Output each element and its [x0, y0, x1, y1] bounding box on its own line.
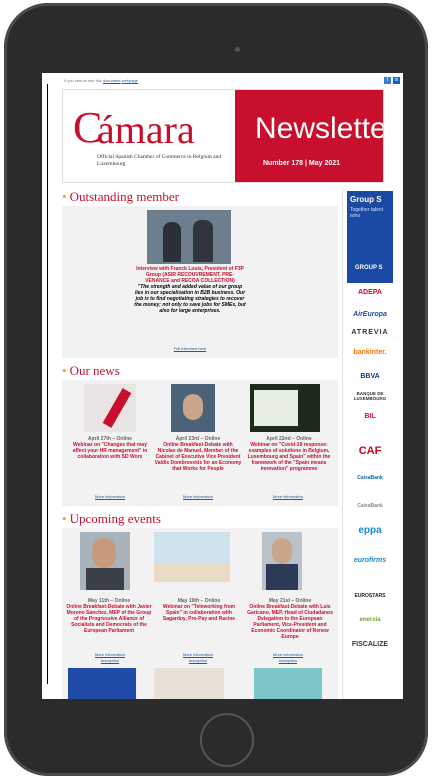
webpage-link[interactable]: webpage — [122, 78, 138, 83]
news-image-1 — [84, 384, 136, 432]
event-image-2 — [154, 532, 230, 582]
sponsor-aireuropa[interactable]: AirEuropa — [347, 311, 393, 318]
news-caption-1: April 27th – Online Webinar on "Changes t… — [72, 436, 148, 460]
sponsor-eurostars[interactable]: EUROSTARS — [347, 593, 393, 599]
event-image-1 — [80, 532, 130, 590]
outstanding-photo — [147, 210, 231, 264]
sponsor-caf[interactable]: CAF — [347, 445, 393, 457]
top-bar: If you cannot see this document webpage … — [44, 77, 401, 85]
view-online-text: If you cannot see this document webpage — [64, 78, 138, 83]
twitter-icon[interactable]: t — [384, 77, 391, 84]
event-image-5 — [154, 668, 224, 699]
news-image-3 — [250, 384, 320, 432]
home-button[interactable] — [200, 713, 254, 767]
main-content: • Outstanding member Interview with Franc… — [62, 189, 338, 699]
event-more-link-2[interactable]: More information — [170, 652, 226, 657]
news-more-link-1[interactable]: More information — [82, 494, 138, 499]
sponsor-banque-de-luxembourg[interactable]: BANQUE DE LUXEMBOURG — [347, 391, 393, 401]
event-inscription-link-2[interactable]: Inscription — [170, 658, 226, 663]
sponsor-adepa[interactable]: ADEPA — [347, 289, 393, 296]
sponsor-eurofirms[interactable]: eurofirms — [347, 557, 393, 564]
news-caption-3: April 22nd – Online Webinar on "Covid-19 … — [247, 436, 331, 472]
section-title-news: • Our news — [62, 363, 120, 378]
section-title-outstanding: • Outstanding member — [62, 189, 179, 204]
sponsor-caixabank-2[interactable]: CaixaBank — [347, 503, 393, 509]
sponsor-caixabank[interactable]: CaixaBank — [347, 475, 393, 481]
news-box: April 27th – Online Webinar on "Changes t… — [62, 380, 338, 506]
sponsor-bil[interactable]: BIL — [347, 413, 393, 420]
newsletter-title: Newsletter — [255, 112, 384, 145]
linkedin-icon[interactable]: in — [393, 77, 400, 84]
event-image-4 — [68, 668, 136, 699]
sponsors-sidebar: Group S Together talent wins GROUP S ADE… — [342, 189, 397, 699]
sponsor-atrevia[interactable]: ATREVIA — [347, 329, 393, 336]
event-caption-2: May 19th – Online Webinar on "Teleworking… — [162, 598, 236, 622]
sponsor-fiscalize[interactable]: FISCALIZE — [347, 641, 393, 648]
divider — [47, 84, 48, 684]
news-caption-2: April 23rd – Online Online Breakfast-Deba… — [154, 436, 242, 472]
group-s-ad[interactable]: Group S Together talent wins GROUP S — [347, 191, 393, 283]
newsletter-header: C ámara Official Spanish Chamber of Comm… — [62, 89, 384, 183]
event-image-6 — [254, 668, 322, 699]
issue-number: Number 178 | May 2021 — [263, 160, 341, 167]
section-title-events: • Upcoming events — [62, 511, 161, 526]
document-link[interactable]: document — [103, 78, 121, 83]
event-inscription-link-3[interactable]: Inscription — [260, 658, 316, 663]
outstanding-box: Interview with Franck Louis, President o… — [62, 206, 338, 358]
camera-icon — [235, 47, 240, 52]
event-more-link-3[interactable]: More information — [260, 652, 316, 657]
sponsor-bbva[interactable]: BBVA — [347, 373, 393, 380]
outstanding-caption: Interview with Franck Louis, President o… — [134, 266, 246, 314]
news-more-link-3[interactable]: More information — [260, 494, 316, 499]
event-more-link-1[interactable]: More information — [82, 652, 138, 657]
event-caption-3: May 21st – Online Online Breakfast-Debate… — [247, 598, 333, 640]
sponsor-enerxia[interactable]: enerxia — [347, 617, 393, 623]
sponsor-bankinter[interactable]: bankinter. — [347, 349, 393, 356]
event-image-3 — [262, 532, 302, 590]
full-interview-link[interactable]: Full interview here — [162, 346, 218, 351]
news-image-2 — [171, 384, 215, 432]
event-inscription-link-1[interactable]: Inscription — [82, 658, 138, 663]
events-box: May 11th – Online Online Breakfast-Debate… — [62, 528, 338, 699]
news-more-link-2[interactable]: More information — [170, 494, 226, 499]
event-caption-1: May 11th – Online Online Breakfast-Debate… — [66, 598, 152, 634]
sponsor-eppa[interactable]: eppa — [347, 525, 393, 536]
newsletter-screen: If you cannot see this document webpage … — [42, 73, 403, 699]
